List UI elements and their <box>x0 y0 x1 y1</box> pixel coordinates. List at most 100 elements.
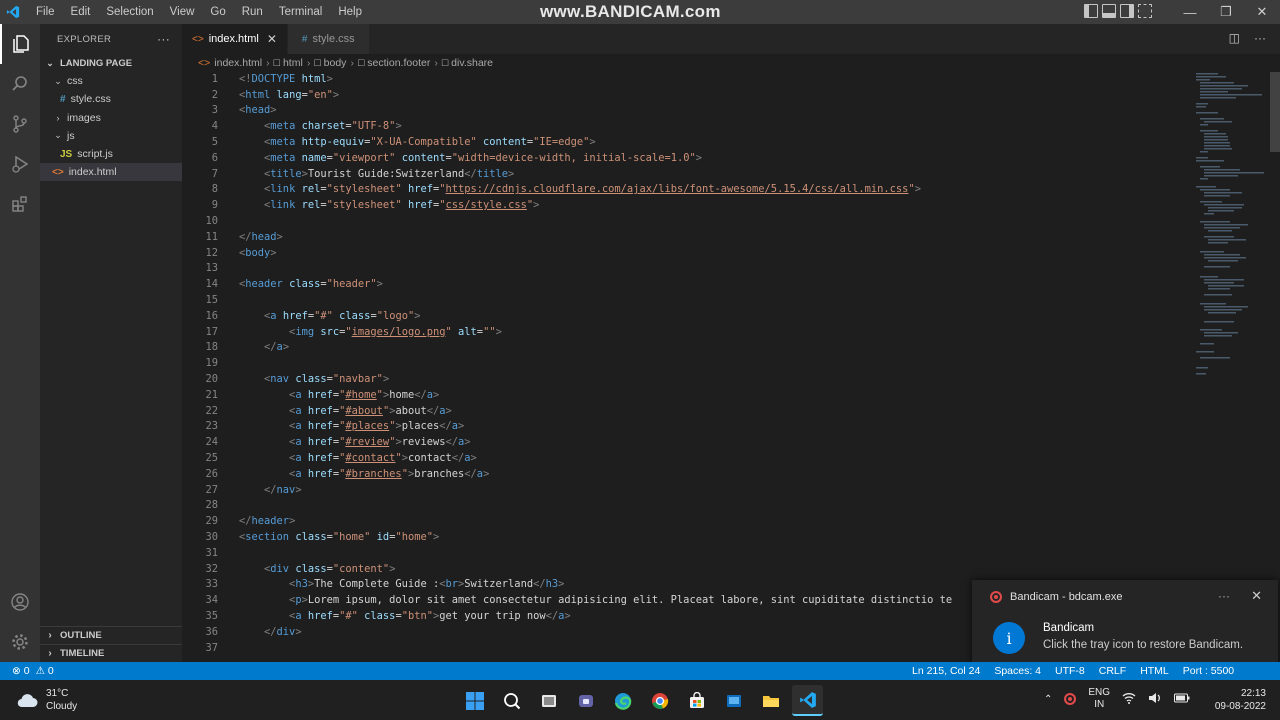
code-line[interactable]: 4 <meta charset="UTF-8"> <box>182 118 402 134</box>
battery-icon[interactable] <box>1174 693 1190 706</box>
code-line[interactable]: 18 </a> <box>182 340 289 356</box>
menu-run[interactable]: Run <box>234 0 271 24</box>
breadcrumb-item[interactable]: body <box>324 57 347 69</box>
edge-browser-icon[interactable] <box>607 685 638 716</box>
code-line[interactable]: 27 </nav> <box>182 482 301 498</box>
code-line[interactable]: 3 <head> <box>182 103 277 119</box>
code-editor[interactable]: 1 <!DOCTYPE html> 2 <html lang="en"> 3 <head>… <box>182 71 1192 662</box>
code-line[interactable]: 35 <a href="#" class="btn">get your trip… <box>182 608 570 624</box>
code-line[interactable]: 34 <p>Lorem ipsum, dolor sit amet consec… <box>182 592 952 608</box>
timeline-section[interactable]: › TIMELINE <box>40 644 182 662</box>
vscode-taskbar-icon[interactable] <box>792 685 823 716</box>
code-line[interactable]: 31 <box>182 545 218 561</box>
notification-more-icon[interactable]: ··· <box>1218 589 1230 603</box>
taskbar-search-icon[interactable] <box>496 685 527 716</box>
editor-scrollbar[interactable] <box>1268 71 1280 662</box>
show-hidden-icons-icon[interactable]: ⌃ <box>1044 694 1052 705</box>
live-server-port[interactable]: Port : 5500 <box>1183 665 1234 677</box>
code-line[interactable]: 2 <html lang="en"> <box>182 87 339 103</box>
code-line[interactable]: 22 <a href="#about">about</a> <box>182 403 451 419</box>
menu-help[interactable]: Help <box>330 0 370 24</box>
encoding[interactable]: UTF-8 <box>1055 665 1085 677</box>
code-line[interactable]: 37 <box>182 640 218 656</box>
customize-layout-icon[interactable] <box>1138 4 1152 18</box>
search-icon[interactable] <box>0 64 40 104</box>
breadcrumb-item[interactable]: div.share <box>451 57 493 69</box>
breadcrumb-item[interactable]: html <box>283 57 303 69</box>
code-line[interactable]: 33 <h3>The Complete Guide :<br>Switzerla… <box>182 577 564 593</box>
code-line[interactable]: 7 <title>Tourist Guide:Switzerland</titl… <box>182 166 515 182</box>
tab-style-css[interactable]: # style.css <box>287 24 370 54</box>
menu-go[interactable]: Go <box>202 0 233 24</box>
menu-terminal[interactable]: Terminal <box>271 0 330 24</box>
indentation[interactable]: Spaces: 4 <box>994 665 1041 677</box>
maximize-button[interactable]: ❐ <box>1208 0 1244 24</box>
code-line[interactable]: 24 <a href="#review">reviews</a> <box>182 434 470 450</box>
explorer-icon[interactable] <box>0 24 40 64</box>
close-tab-icon[interactable]: ✕ <box>267 32 277 46</box>
folder-item[interactable]: › images <box>40 109 182 127</box>
file-item[interactable]: <> index.html <box>40 163 182 182</box>
start-button[interactable] <box>459 685 490 716</box>
toggle-secondary-sidebar-icon[interactable] <box>1120 4 1134 18</box>
minimize-button[interactable]: — <box>1172 0 1208 24</box>
code-line[interactable]: 9 <link rel="stylesheet" href="css/style… <box>182 197 540 213</box>
input-language[interactable]: ENG IN <box>1088 687 1110 711</box>
folder-item[interactable]: ⌄ js <box>40 127 182 145</box>
code-line[interactable]: 30 <section class="home" id="home"> <box>182 529 439 545</box>
code-line[interactable]: 1 <!DOCTYPE html> <box>182 71 333 87</box>
settings-gear-icon[interactable] <box>0 622 40 662</box>
code-line[interactable]: 10 <box>182 213 218 229</box>
project-folder[interactable]: ⌄ LANDING PAGE <box>40 54 182 72</box>
menu-edit[interactable]: Edit <box>63 0 99 24</box>
split-editor-icon[interactable]: ◫ <box>1229 31 1240 45</box>
notification-close-icon[interactable]: ✕ <box>1251 588 1262 604</box>
microsoft-store-icon[interactable] <box>681 685 712 716</box>
code-line[interactable]: 11 </head> <box>182 229 282 245</box>
language-mode[interactable]: HTML <box>1140 665 1169 677</box>
explorer-more-actions-icon[interactable]: ··· <box>157 32 170 46</box>
tab-index-html[interactable]: <> index.html ✕ <box>182 24 288 54</box>
folder-item[interactable]: ⌄ css <box>40 72 182 90</box>
end-of-line[interactable]: CRLF <box>1099 665 1126 677</box>
code-line[interactable]: 16 <a href="#" class="logo"> <box>182 308 420 324</box>
accounts-icon[interactable] <box>0 582 40 622</box>
more-actions-icon[interactable]: ··· <box>1254 31 1266 45</box>
menu-selection[interactable]: Selection <box>98 0 161 24</box>
toggle-panel-icon[interactable] <box>1102 4 1116 18</box>
run-debug-icon[interactable] <box>0 144 40 184</box>
code-line[interactable]: 8 <link rel="stylesheet" href="https://c… <box>182 182 921 198</box>
breadcrumb-item[interactable]: index.html <box>214 57 262 69</box>
code-line[interactable]: 23 <a href="#places">places</a> <box>182 419 464 435</box>
code-line[interactable]: 20 <nav class="navbar"> <box>182 371 389 387</box>
toggle-sidebar-icon[interactable] <box>1084 4 1098 18</box>
task-view-icon[interactable] <box>533 685 564 716</box>
file-explorer-icon[interactable] <box>755 685 786 716</box>
errors-count[interactable]: ⊗ 0 <box>12 665 30 677</box>
file-item[interactable]: JS script.js <box>40 145 182 163</box>
volume-icon[interactable] <box>1148 692 1162 707</box>
code-line[interactable]: 15 <box>182 292 218 308</box>
code-line[interactable]: 32 <div class="content"> <box>182 561 395 577</box>
source-control-icon[interactable] <box>0 104 40 144</box>
file-item[interactable]: # style.css <box>40 90 182 108</box>
code-line[interactable]: 28 <box>182 498 218 514</box>
menu-view[interactable]: View <box>162 0 203 24</box>
cursor-position[interactable]: Ln 215, Col 24 <box>912 665 980 677</box>
scrollbar-thumb[interactable] <box>1270 72 1280 152</box>
code-line[interactable]: 29 </header> <box>182 513 295 529</box>
chrome-browser-icon[interactable] <box>644 685 675 716</box>
code-line[interactable]: 6 <meta name="viewport" content="width=d… <box>182 150 702 166</box>
code-line[interactable]: 25 <a href="#contact">contact</a> <box>182 450 476 466</box>
breadcrumb-item[interactable]: section.footer <box>367 57 430 69</box>
code-line[interactable]: 14 <header class="header"> <box>182 276 382 292</box>
code-line[interactable]: 21 <a href="#home">home</a> <box>182 387 439 403</box>
mail-app-icon[interactable] <box>718 685 749 716</box>
code-line[interactable]: 26 <a href="#branches">branches</a> <box>182 466 489 482</box>
minimap[interactable] <box>1192 71 1268 381</box>
outline-section[interactable]: › OUTLINE <box>40 626 182 644</box>
code-line[interactable]: 13 <box>182 261 218 277</box>
extensions-icon[interactable] <box>0 184 40 224</box>
bandicam-notification[interactable]: Bandicam - bdcam.exe ··· ✕ i Bandicam Cl… <box>972 580 1278 670</box>
code-line[interactable]: 12 <body> <box>182 245 276 261</box>
